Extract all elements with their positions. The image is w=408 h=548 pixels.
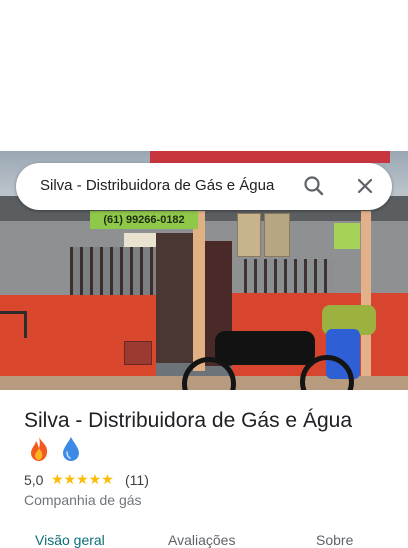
place-title: Silva - Distribuidora de Gás e Água [24, 409, 352, 432]
place-tabs: Visão geral Avaliações Sobre [0, 528, 408, 548]
fire-emoji-icon [28, 436, 50, 462]
tab-reviews[interactable]: Avaliações [168, 532, 235, 548]
search-input[interactable]: Silva - Distribuidora de Gás e Água [40, 177, 274, 194]
motorcycle [215, 331, 315, 365]
search-bar[interactable]: Silva - Distribuidora de Gás e Água [16, 163, 392, 210]
tab-about[interactable]: Sobre [316, 532, 353, 548]
top-blank-area [0, 0, 408, 151]
place-category[interactable]: Companhia de gás [24, 492, 142, 508]
phone-sign: (61) 99266-0182 [90, 211, 198, 229]
droplet-emoji-icon [60, 436, 82, 462]
review-count[interactable]: (11) [125, 472, 149, 488]
green-sign [334, 223, 360, 249]
tab-overview[interactable]: Visão geral [35, 532, 105, 548]
search-icon[interactable] [301, 173, 327, 199]
star-rating-icon: ★★★★★ [51, 471, 114, 487]
roof-sign [150, 151, 390, 163]
close-icon[interactable] [352, 173, 378, 199]
rating-value: 5,0 [24, 472, 44, 488]
